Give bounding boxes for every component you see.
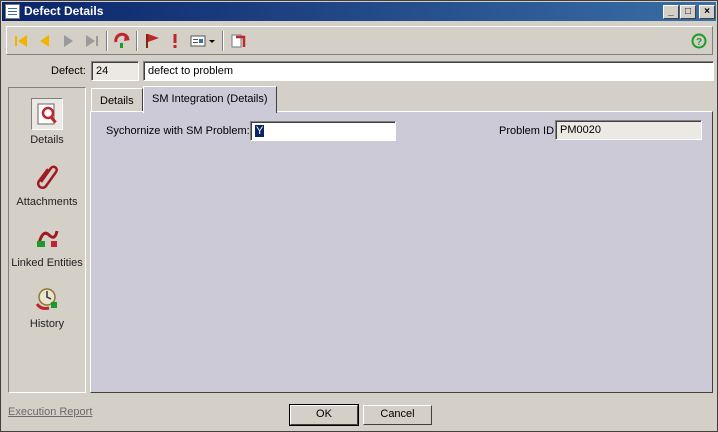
svg-text:?: ? bbox=[696, 37, 702, 48]
window-app-icon bbox=[5, 4, 20, 19]
cancel-button[interactable]: Cancel bbox=[363, 405, 432, 425]
tab-sm-integration[interactable]: SM Integration (Details) bbox=[143, 86, 277, 113]
toolbar: ? bbox=[6, 26, 713, 55]
sidebar-item-label: History bbox=[29, 318, 65, 330]
sidebar-item-history[interactable]: History bbox=[9, 278, 85, 334]
toolbar-separator bbox=[222, 31, 224, 51]
sidebar-item-linked-entities[interactable]: Linked Entities bbox=[9, 217, 85, 273]
help-icon[interactable]: ? bbox=[689, 31, 709, 51]
sidebar-item-attachments[interactable]: Attachments bbox=[9, 156, 85, 212]
problem-id-field: PM0020 bbox=[555, 120, 702, 140]
side-navigation: Details Attachments Linked Entities Hist… bbox=[8, 87, 86, 393]
sync-label: Sychornize with SM Problem: bbox=[106, 125, 250, 137]
title-bar: Defect Details _ □ × bbox=[2, 2, 716, 21]
sidebar-item-label: Details bbox=[30, 134, 64, 146]
tab-details[interactable]: Details bbox=[91, 88, 143, 112]
spelling-icon[interactable] bbox=[228, 31, 248, 51]
sidebar-item-label: Attachments bbox=[16, 196, 78, 208]
attachments-icon bbox=[31, 160, 63, 192]
defect-id-field: 24 bbox=[91, 61, 139, 81]
history-icon bbox=[31, 282, 63, 314]
sync-field[interactable]: Y bbox=[250, 121, 396, 141]
defect-details-window: Defect Details _ □ × ? Defect: 24 defect… bbox=[0, 0, 718, 432]
next-record-icon[interactable] bbox=[58, 31, 78, 51]
problem-id-label: Problem ID: bbox=[499, 125, 558, 137]
refresh-icon[interactable] bbox=[112, 31, 132, 51]
maximize-button[interactable]: □ bbox=[680, 5, 696, 19]
form-dropdown-icon[interactable] bbox=[189, 31, 217, 51]
sm-integration-panel: Sychornize with SM Problem: Y Problem ID… bbox=[90, 111, 713, 393]
linked-entities-icon bbox=[31, 221, 63, 253]
flag-icon[interactable] bbox=[142, 31, 162, 51]
defect-summary-field[interactable]: defect to problem bbox=[143, 61, 714, 81]
previous-record-icon[interactable] bbox=[35, 31, 55, 51]
exclamation-icon[interactable] bbox=[165, 31, 185, 51]
details-icon bbox=[31, 98, 63, 130]
first-record-icon[interactable] bbox=[12, 31, 32, 51]
sync-value: Y bbox=[255, 125, 265, 137]
minimize-button[interactable]: _ bbox=[663, 5, 679, 19]
execution-report-link[interactable]: Execution Report bbox=[8, 406, 92, 418]
sidebar-item-details[interactable]: Details bbox=[9, 94, 85, 150]
window-title: Defect Details bbox=[24, 4, 104, 18]
last-record-icon[interactable] bbox=[82, 31, 102, 51]
toolbar-separator bbox=[106, 31, 108, 51]
sidebar-item-label: Linked Entities bbox=[11, 257, 83, 269]
ok-button[interactable]: OK bbox=[289, 404, 359, 426]
defect-label: Defect: bbox=[51, 65, 86, 77]
toolbar-separator bbox=[136, 31, 138, 51]
close-button[interactable]: × bbox=[699, 5, 715, 19]
